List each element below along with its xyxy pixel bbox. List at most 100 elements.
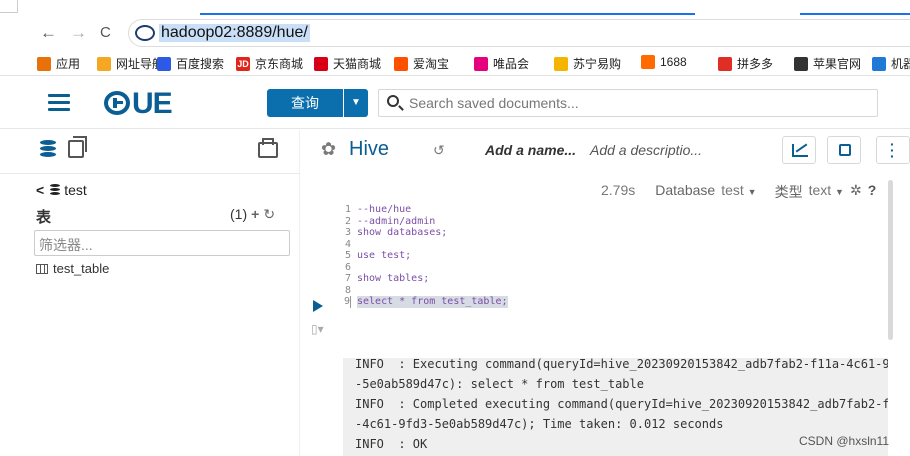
tab-strip <box>0 0 910 16</box>
table-item[interactable]: test_table <box>36 261 109 276</box>
bookmark-item[interactable]: 唯品会 <box>474 55 529 72</box>
bookmark-item[interactable]: 网址导航 <box>97 55 164 72</box>
bookmark-item[interactable]: JD 京东商城 <box>236 55 303 72</box>
search-documents-input[interactable]: Search saved documents... <box>378 89 878 117</box>
code-line: 9 select * from test_table; <box>343 296 888 308</box>
run-icon[interactable] <box>313 300 323 312</box>
line-number: 6 <box>344 261 351 273</box>
apple-icon <box>794 56 808 71</box>
reload-icon[interactable]: C <box>100 24 111 41</box>
code-line: 1 --hue/hue <box>343 204 888 216</box>
type-label: 类型 <box>774 184 803 200</box>
code-text: --admin/admin <box>357 215 436 227</box>
line-number: 5 <box>344 250 351 261</box>
code-line: 5 use test; <box>343 250 888 262</box>
code-text: --hue/hue <box>357 204 412 215</box>
database-icon[interactable] <box>40 140 56 160</box>
table-icon <box>36 263 48 274</box>
editor-scrollbar[interactable] <box>888 180 893 340</box>
database-back-link[interactable]: < test <box>36 182 87 198</box>
code-editor[interactable]: 1 --hue/hue 2 --admin/admin 3 show databases;… <box>343 204 888 308</box>
snippet-book-icon[interactable]: ▯▾ <box>311 322 324 336</box>
screen: ← → C hadoop02:8889/hue/ 应用 网址导航 百度搜索 JD 京东商… <box>0 0 910 456</box>
bookmark-item[interactable]: 1688 <box>641 55 687 69</box>
bookmark-label: 百度搜索 <box>176 57 225 71</box>
site-favicon-icon <box>135 25 155 41</box>
address-bar: ← → C hadoop02:8889/hue/ <box>0 16 910 50</box>
database-select[interactable]: test ▼ <box>721 182 756 202</box>
left-assist-panel: < test 表 (1) + ↻ 筛选器... test_table <box>0 130 300 456</box>
type-select-value: text <box>808 182 832 198</box>
add-table-icon[interactable]: + <box>251 206 259 223</box>
bookmark-item[interactable]: 苏宁易购 <box>554 55 621 72</box>
hive-icon: ✿ <box>321 139 337 159</box>
hue-header: UE 查询 ▼ Search saved documents... <box>0 77 910 129</box>
line-number: 1 <box>344 204 351 215</box>
bookmark-label: 1688 <box>660 55 687 69</box>
bookmark-label: 京东商城 <box>255 57 304 71</box>
chart-button[interactable] <box>782 136 816 164</box>
documents-icon[interactable] <box>68 136 87 158</box>
pdd-icon <box>718 56 732 71</box>
refresh-icon[interactable]: ↻ <box>263 206 275 223</box>
code-line: 4 <box>343 239 888 251</box>
url-field[interactable]: hadoop02:8889/hue/ <box>128 19 910 47</box>
line-number: 8 <box>344 284 351 296</box>
bookmark-item[interactable]: 爱淘宝 <box>394 55 449 72</box>
bookmark-item[interactable]: 苹果官网 <box>794 55 861 72</box>
bookmark-item[interactable]: 百度搜索 <box>157 55 224 72</box>
save-button[interactable] <box>827 136 861 164</box>
engine-label[interactable]: Hive <box>349 138 389 161</box>
line-number: 7 <box>344 273 351 284</box>
url-text[interactable]: hadoop02:8889/hue/ <box>159 24 310 42</box>
code-line: 6 <box>343 262 888 274</box>
query-editor: ✿ Hive ↺ Add a name... Add a descriptio.… <box>301 130 910 456</box>
code-text: select * from test_table; <box>357 296 508 308</box>
code-line: 3 show databases; <box>343 227 888 239</box>
bookmark-label: 唯品会 <box>493 57 530 71</box>
hue-logo-mark-icon <box>104 91 130 115</box>
folder-icon[interactable] <box>258 138 278 158</box>
query-description-field[interactable]: Add a descriptio... <box>590 142 702 158</box>
code-text: show databases; <box>357 227 448 238</box>
code-line: 7 show tables; <box>343 273 888 285</box>
hue-logo[interactable]: UE <box>104 87 173 121</box>
query-name-field[interactable]: Add a name... <box>485 142 576 158</box>
table-filter-input[interactable]: 筛选器... <box>34 230 290 256</box>
bookmarks-bar: 应用 网址导航 百度搜索 JD 京东商城 天猫商城 爱淘宝 唯品会 苏宁易购 1688 拼多多 苹果官… <box>0 50 910 76</box>
bookmark-item[interactable]: 机器 <box>872 55 910 72</box>
tmall-icon <box>314 56 328 71</box>
history-icon[interactable]: ↺ <box>433 142 445 159</box>
bookmark-item[interactable]: 应用 <box>37 55 80 72</box>
query-dropdown-button[interactable]: ▼ <box>344 89 368 117</box>
bookmark-label: 机器 <box>891 57 910 71</box>
tab-indicator <box>800 13 910 15</box>
table-name: test_table <box>53 261 110 276</box>
settings-gear-icon[interactable]: ✲ <box>850 182 862 202</box>
code-line: 2 --admin/admin <box>343 216 888 228</box>
database-small-icon <box>50 184 61 196</box>
tab-corner <box>0 0 18 13</box>
tables-controls: (1) + ↻ <box>230 206 275 223</box>
query-button[interactable]: 查询 <box>267 89 343 117</box>
menu-icon[interactable] <box>48 94 70 112</box>
more-button[interactable]: · · · <box>876 136 910 164</box>
bookmark-label: 苏宁易购 <box>573 57 622 71</box>
bookmark-item[interactable]: 拼多多 <box>718 55 773 72</box>
help-icon[interactable]: ? <box>868 182 877 202</box>
forward-icon[interactable]: → <box>70 23 87 43</box>
type-select[interactable]: text ▼ <box>809 182 844 202</box>
type-caret-icon: ▼ <box>835 187 844 197</box>
nav-icon <box>97 56 111 71</box>
bookmark-item[interactable]: 天猫商城 <box>314 55 381 72</box>
watermark: CSDN @hxsln11 <box>799 434 889 448</box>
apps-grid-icon <box>37 56 51 71</box>
line-number: 4 <box>344 238 351 250</box>
line-number: 3 <box>344 227 351 238</box>
search-icon <box>387 95 399 107</box>
bookmark-label: 苹果官网 <box>813 57 862 71</box>
back-icon[interactable]: ← <box>40 23 57 43</box>
filter-placeholder: 筛选器... <box>39 237 93 253</box>
search-placeholder: Search saved documents... <box>409 95 579 111</box>
database-caret-icon: ▼ <box>747 187 757 197</box>
